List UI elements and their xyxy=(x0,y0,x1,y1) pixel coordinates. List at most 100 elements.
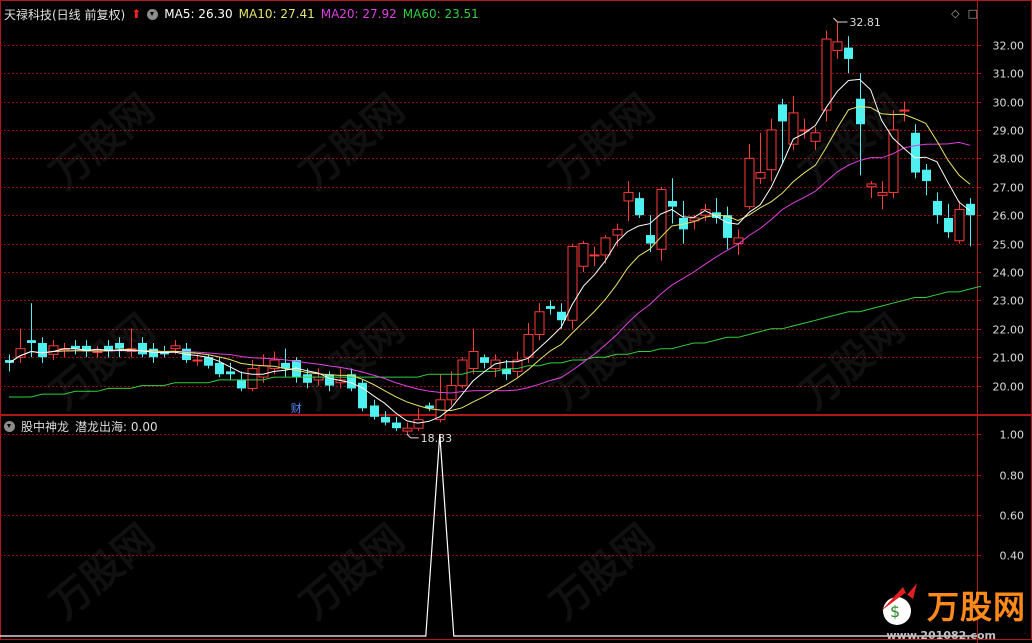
indicator-tick-label: 0.80 xyxy=(1000,470,1025,483)
candle-body xyxy=(247,368,258,389)
price-tick-label: 31.00 xyxy=(993,68,1025,81)
candle-body xyxy=(866,183,877,188)
candle-body xyxy=(810,132,821,142)
maximize-icon[interactable]: □ xyxy=(968,7,978,20)
candle-body xyxy=(778,104,787,122)
main-legend: 天禄科技(日线 前复权) ⬆ MA5: 26.30 MA10: 27.41 MA… xyxy=(4,4,479,24)
menu-circle-icon[interactable] xyxy=(147,8,159,20)
candle-body xyxy=(744,157,755,208)
candle-body xyxy=(546,306,555,309)
ma5-label: MA5: 26.30 xyxy=(164,7,233,21)
candle-body xyxy=(92,351,103,354)
ma20-label: MA20: 27.92 xyxy=(320,7,397,21)
indicator-legend: 股中神龙 潜龙出海: 0.00 xyxy=(4,418,158,434)
candle-body xyxy=(402,427,413,432)
candle-body xyxy=(215,362,224,375)
candle-body xyxy=(766,129,777,171)
candle-body xyxy=(944,218,953,233)
stock-title: 天禄科技(日线 前复权) xyxy=(4,7,126,22)
ma10-label: MA10: 27.41 xyxy=(238,7,315,21)
candle-body xyxy=(922,169,931,182)
price-tick-label: 27.00 xyxy=(993,182,1025,195)
price-tick-label: 20.00 xyxy=(993,381,1025,394)
candle-body xyxy=(856,98,865,125)
candle-body xyxy=(523,333,534,358)
event-marker-label: 财 xyxy=(291,401,302,415)
candle-body xyxy=(226,371,235,375)
candle-body xyxy=(138,342,147,355)
ma60-label: MA60: 23.51 xyxy=(402,7,479,21)
indicator-value: 潜龙出海: 0.00 xyxy=(75,419,158,434)
price-tick-label: 26.00 xyxy=(993,210,1025,223)
price-tick-label: 32.00 xyxy=(993,40,1025,53)
candle-body xyxy=(534,311,545,335)
price-tick-label: 24.00 xyxy=(993,267,1025,280)
indicator-tick-label: 1.00 xyxy=(1000,429,1025,442)
ma60-line xyxy=(9,285,982,398)
candle-body xyxy=(468,351,479,370)
indicator-name: 股中神龙 xyxy=(21,419,70,434)
candle-body xyxy=(844,47,853,59)
candle-body xyxy=(381,416,390,423)
candle-body xyxy=(557,311,566,321)
ma10-line xyxy=(8,105,971,412)
candle-body xyxy=(646,235,655,244)
candle-body xyxy=(832,41,843,51)
candle-body xyxy=(392,422,401,429)
candle-body xyxy=(600,237,611,256)
price-tick-label: 28.00 xyxy=(993,153,1025,166)
candle-body xyxy=(668,200,677,207)
candle-body xyxy=(48,345,59,355)
candle-body xyxy=(911,132,920,173)
candle-body xyxy=(877,191,888,196)
candle-body xyxy=(27,340,36,343)
candle-body xyxy=(733,237,744,245)
panel-controls: ◇ □ xyxy=(951,7,978,20)
low-label: 18.33 xyxy=(421,432,453,445)
brand-watermark: $ 万股网 xyxy=(873,581,1026,629)
candle-body xyxy=(149,348,158,358)
price-tick-label: 29.00 xyxy=(993,125,1025,138)
candle-body xyxy=(954,208,965,242)
high-marker xyxy=(833,17,848,23)
price-tick-label: 23.00 xyxy=(993,295,1025,308)
candle-body xyxy=(413,419,424,429)
price-tick-label: 30.00 xyxy=(993,97,1025,110)
candle-body xyxy=(899,109,910,112)
candle-body xyxy=(303,374,312,383)
candle-body xyxy=(623,191,634,202)
candle-body xyxy=(723,215,732,238)
candle-body xyxy=(612,228,623,236)
high-label: 32.81 xyxy=(849,16,881,29)
candle-body xyxy=(635,198,644,216)
candle-body xyxy=(237,379,246,389)
indicator-tick-label: 0.60 xyxy=(1000,510,1025,523)
candle-body xyxy=(38,342,47,358)
candle-body xyxy=(370,405,379,417)
price-tick-label: 25.00 xyxy=(993,239,1025,252)
brand-logo-icon: $ xyxy=(880,583,917,625)
candle-body xyxy=(966,203,975,216)
candle-body xyxy=(192,359,203,362)
candle-body xyxy=(578,243,589,267)
svg-text:$: $ xyxy=(890,602,900,621)
stock-chart[interactable]: 32.00 31.00 30.00 29.00 28.00 27.00 26.00 25.00… xyxy=(0,0,1032,643)
brand-url: www.201082.com xyxy=(886,629,996,642)
indicator-menu-icon[interactable] xyxy=(4,420,15,432)
price-tick-label: 21.00 xyxy=(993,352,1025,365)
brand-name: 万股网 xyxy=(926,588,1026,626)
candle-body xyxy=(567,245,578,321)
indicator-line xyxy=(0,434,977,637)
candle-body xyxy=(480,357,489,363)
candle-body xyxy=(933,200,942,216)
up-arrow-icon: ⬆ xyxy=(131,7,142,21)
indicator-tick-label: 0.40 xyxy=(1000,550,1025,563)
candle-body xyxy=(325,374,334,386)
diamond-icon[interactable]: ◇ xyxy=(951,7,959,20)
candle-body xyxy=(258,365,269,378)
candle-body xyxy=(170,345,181,350)
candle-body xyxy=(115,342,124,349)
candle-body xyxy=(755,172,766,179)
price-tick-label: 22.00 xyxy=(993,324,1025,337)
candle-body xyxy=(821,38,832,111)
